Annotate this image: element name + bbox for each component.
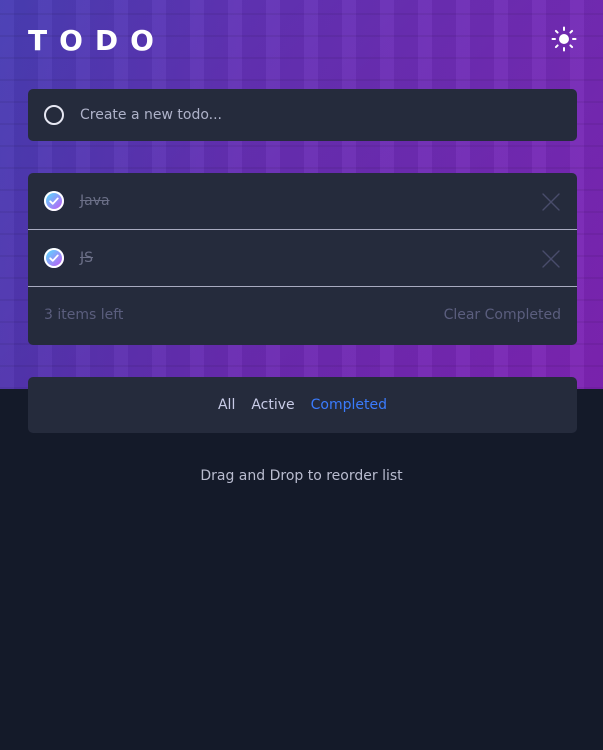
delete-icon[interactable] [541,249,561,269]
new-todo-circle-icon [44,105,64,125]
new-todo-input[interactable] [80,107,520,123]
sun-icon [551,26,577,52]
items-left-count: 3 items left [44,307,124,323]
drag-drop-hint: Drag and Drop to reorder list [200,468,403,484]
filter-all[interactable]: All [218,397,235,413]
new-todo-card [28,89,577,141]
filter-active[interactable]: Active [251,397,294,413]
list-footer: 3 items left Clear Completed [28,287,577,343]
todo-checkbox[interactable] [44,248,64,268]
filter-bar: All Active Completed [28,377,577,433]
todo-checkbox[interactable] [44,191,64,211]
clear-completed-button[interactable]: Clear Completed [444,307,561,323]
theme-toggle-button[interactable] [549,24,579,54]
todo-item[interactable]: JS [28,230,577,287]
filter-completed[interactable]: Completed [311,397,387,413]
delete-icon[interactable] [541,192,561,212]
todo-list: Java JS 3 items left Clear Completed [28,173,577,345]
check-icon [44,191,64,211]
app-title: TODO [28,24,166,57]
check-icon [44,248,64,268]
todo-item-text: Java [80,193,110,209]
todo-item-text: JS [80,250,94,266]
todo-item[interactable]: Java [28,173,577,230]
